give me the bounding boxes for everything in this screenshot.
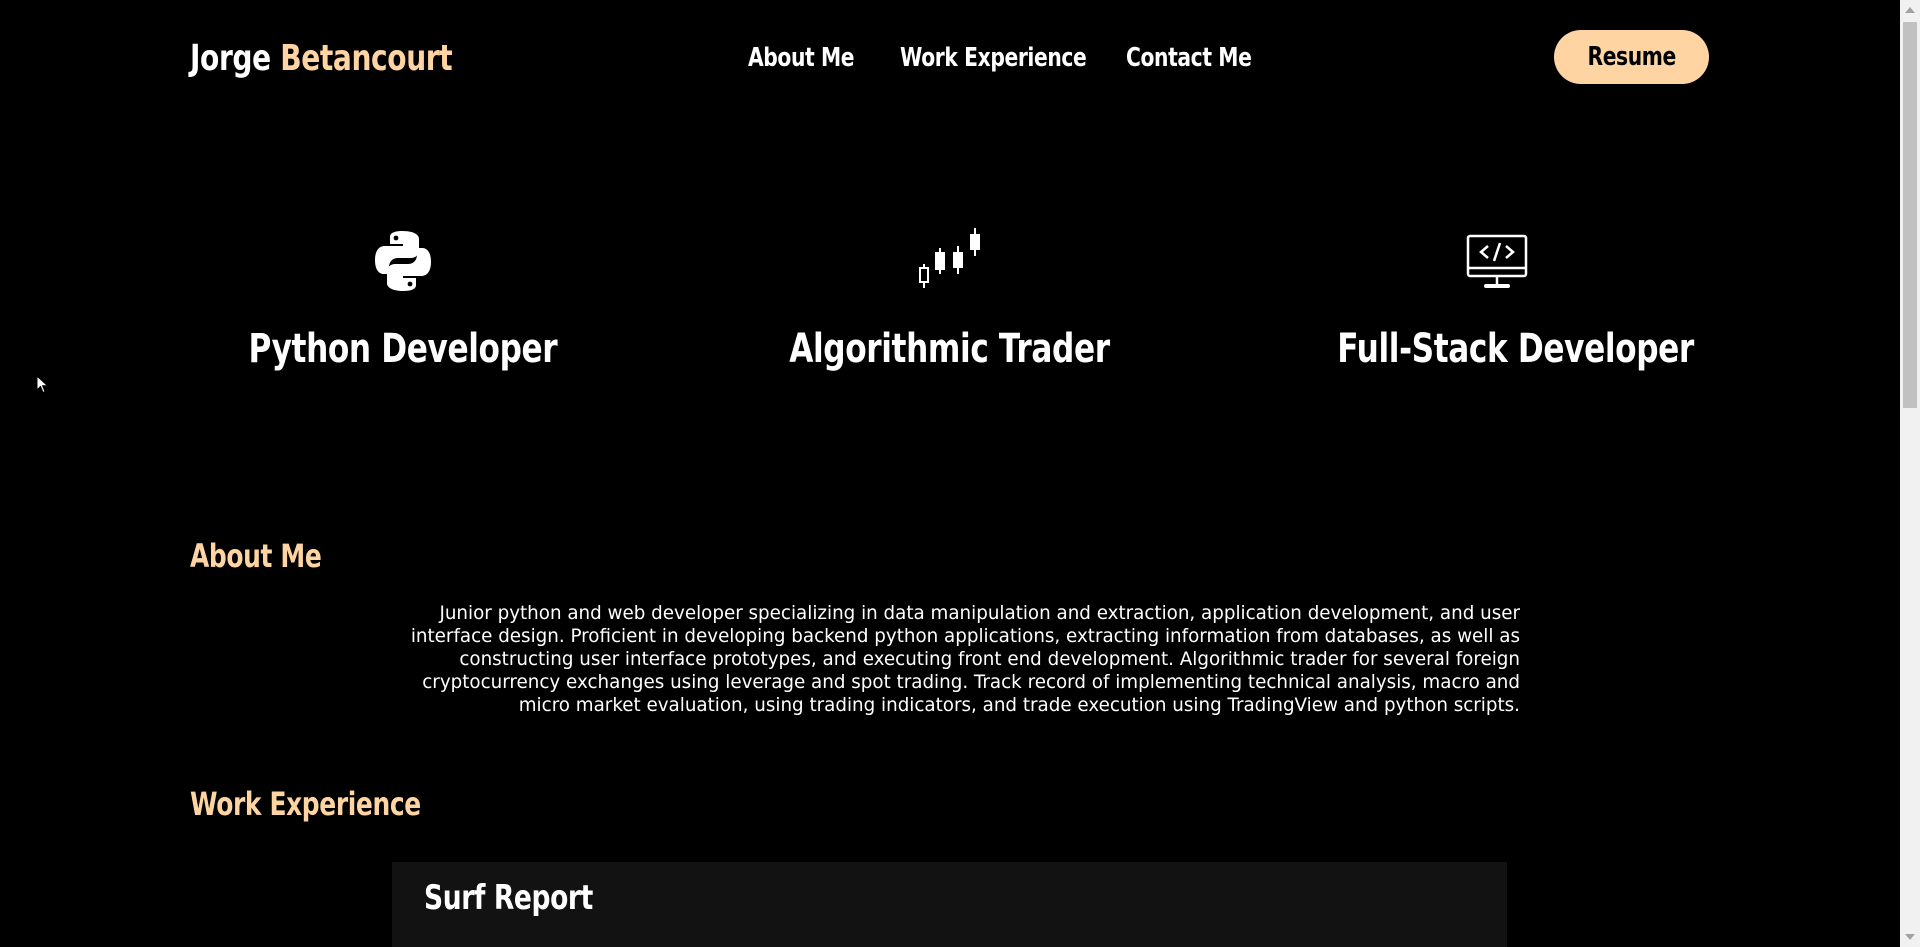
resume-button[interactable]: Resume <box>1554 30 1709 84</box>
skill-title: Python Developer <box>248 326 558 372</box>
work-card-title: Surf Report <box>424 878 593 918</box>
scroll-down-arrow-icon[interactable] <box>1905 934 1915 940</box>
code-monitor-icon <box>1287 222 1707 292</box>
python-icon <box>193 222 613 292</box>
scrollbar-thumb[interactable] <box>1903 22 1917 408</box>
site-brand[interactable]: Jorge Betancourt <box>190 34 453 84</box>
resume-button-label: Resume <box>1587 42 1676 72</box>
candlestick-chart-icon <box>739 222 1159 292</box>
about-section-title: About Me <box>190 537 322 575</box>
scroll-up-arrow-icon[interactable] <box>1905 7 1915 13</box>
skill-algorithmic-trader: Algorithmic Trader <box>739 222 1159 374</box>
portfolio-page: Jorge Betancourt About Me Work Experienc… <box>0 0 1900 947</box>
skill-full-stack-developer: Full-Stack Developer <box>1287 222 1707 374</box>
mouse-cursor-icon <box>36 374 50 400</box>
nav-work-experience[interactable]: Work Experience <box>900 40 1087 76</box>
brand-last-name: Betancourt <box>280 38 453 79</box>
skill-title: Full-Stack Developer <box>1337 326 1694 372</box>
skill-title: Algorithmic Trader <box>788 326 1110 372</box>
skill-python-developer: Python Developer <box>193 222 613 374</box>
work-section-title: Work Experience <box>190 785 421 823</box>
about-paragraph: Junior python and web developer speciali… <box>410 603 1520 716</box>
nav-contact-me[interactable]: Contact Me <box>1126 40 1252 76</box>
brand-first-name: Jorge <box>190 38 271 79</box>
vertical-scrollbar[interactable] <box>1900 0 1920 947</box>
nav-about-me[interactable]: About Me <box>748 40 855 76</box>
work-card-surf-report[interactable]: Surf Report <box>392 862 1507 947</box>
